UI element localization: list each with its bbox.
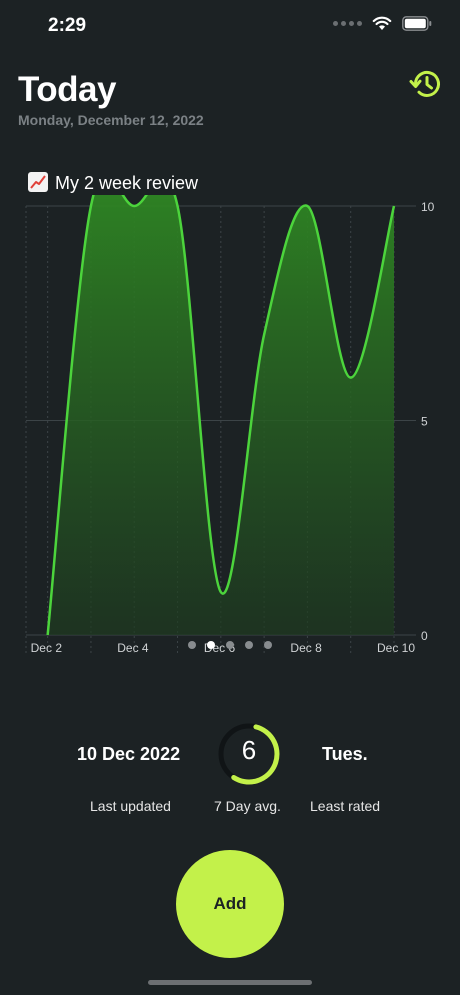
screen: 2:29 Today Monday, December 12, 2022 My … <box>0 0 460 995</box>
last-updated-value: 10 Dec 2022 <box>77 744 181 764</box>
x-tick-label: Dec 10 <box>377 641 415 655</box>
x-tick-label: Dec 2 <box>31 641 63 655</box>
page-indicator[interactable] <box>188 641 272 649</box>
chart-increasing-icon <box>28 172 48 192</box>
page-dot[interactable] <box>207 641 215 649</box>
page-dot[interactable] <box>226 641 234 649</box>
chart-title: My 2 week review <box>28 172 198 194</box>
page-dot[interactable] <box>245 641 253 649</box>
average-value: 6 <box>241 735 257 765</box>
page-title: Today <box>18 70 116 109</box>
y-tick-label: 0 <box>421 629 428 643</box>
cellular-signal-icon <box>333 21 362 26</box>
review-chart: 1050Dec 2 Dec 4 Dec 6 Dec 8 Dec 10 <box>25 195 435 655</box>
status-icons <box>333 16 432 31</box>
home-indicator[interactable] <box>148 980 312 985</box>
x-tick-label: Dec 4 <box>117 641 149 655</box>
status-time: 2:29 <box>48 15 87 36</box>
page-dot[interactable] <box>264 641 272 649</box>
history-icon[interactable] <box>408 66 444 102</box>
page-date: Monday, December 12, 2022 <box>18 112 204 128</box>
least-rated-value: Tues. <box>322 744 368 764</box>
add-button[interactable]: Add <box>176 850 284 958</box>
wifi-icon <box>372 16 392 30</box>
least-rated-label: Least rated <box>310 798 381 814</box>
average-label: 7 Day avg. <box>214 798 281 814</box>
battery-icon <box>402 16 432 31</box>
chart-title-text: My 2 week review <box>55 173 199 193</box>
y-tick-label: 10 <box>421 200 435 214</box>
x-tick-label: Dec 8 <box>290 641 322 655</box>
last-updated-label: Last updated <box>90 798 171 814</box>
page-dot[interactable] <box>188 641 196 649</box>
y-tick-label: 5 <box>421 415 428 429</box>
